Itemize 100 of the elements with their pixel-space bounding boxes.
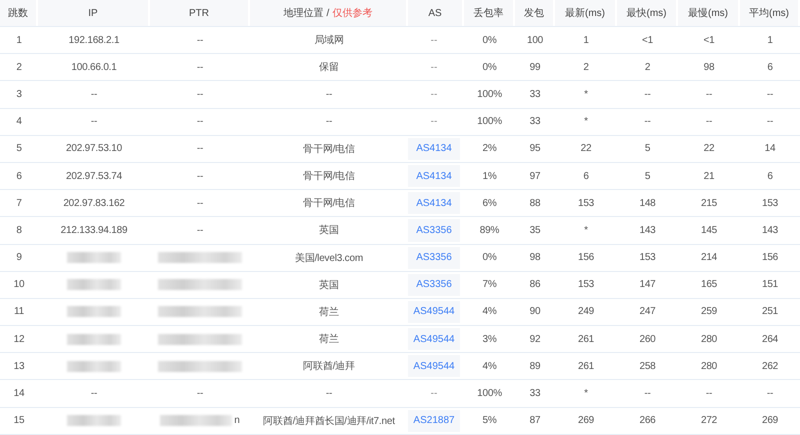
table-cell-text: 89%	[478, 224, 500, 238]
column-header: 最快(ms)	[617, 0, 676, 26]
table-cell-text: 259	[700, 305, 718, 320]
column-header: 丢包率	[464, 0, 513, 26]
table-cell-text: 153	[576, 278, 596, 292]
as-link[interactable]: AS4134	[408, 192, 460, 214]
table-cell-text: 264	[760, 332, 780, 347]
table-cell-text: 9	[15, 251, 23, 266]
table-cell-text: 95	[528, 142, 542, 156]
table-cell-text: 7%	[481, 278, 498, 292]
table-cell-text: --	[196, 196, 204, 211]
table-cell-text: 22	[702, 142, 716, 156]
as-link[interactable]: AS4134	[408, 164, 460, 188]
table-cell-text: --	[704, 387, 714, 402]
table-cell-text: 2	[15, 60, 23, 75]
table-cell-text: 6	[766, 60, 774, 75]
column-header: IP	[38, 0, 148, 26]
as-link[interactable]: AS4134	[408, 138, 460, 160]
table-cell-text: 100	[526, 34, 544, 48]
table-cell-text: 13	[12, 360, 26, 374]
table-cell-text: 214	[700, 251, 718, 266]
as-link[interactable]: AS3356	[408, 274, 460, 296]
table-cell-text: 143	[638, 224, 657, 238]
table-cell-text: 262	[760, 360, 780, 374]
table-cell-text: 6%	[481, 196, 498, 211]
table-cell-text: 33	[528, 115, 542, 130]
table-cell-text: 11	[13, 305, 25, 320]
table-cell-text: --	[430, 88, 438, 102]
table-cell-text: --	[196, 224, 204, 238]
table-cell-text: 5%	[481, 414, 498, 428]
table-cell-text: 1	[582, 34, 590, 48]
table-cell-text: --	[766, 88, 774, 102]
table-cell-text: 280	[700, 332, 718, 347]
column-header: 发包	[515, 0, 553, 26]
table-cell-text: 156	[760, 251, 780, 266]
table-cell-text: 202.97.83.162	[62, 196, 126, 211]
table-cell-text: 202.97.53.10	[65, 142, 123, 156]
as-link[interactable]: AS21887	[408, 410, 460, 432]
table-cell-text: --	[196, 142, 204, 156]
table-cell-text: 153	[638, 251, 657, 266]
table-cell-text: 14	[12, 387, 26, 402]
table-cell-text: 153	[760, 196, 780, 211]
table-cell-text: --	[90, 115, 98, 130]
table-cell-text: --	[196, 115, 204, 130]
table-cell-text: --	[766, 115, 774, 130]
table-cell-text: --	[704, 115, 714, 130]
table-cell-text: 4	[15, 115, 23, 130]
table-cell-text: --	[324, 115, 334, 130]
table-cell-text: 33	[528, 88, 542, 102]
table-cell-text: --	[430, 34, 438, 48]
text-fragment: n	[234, 415, 240, 426]
column-header: AS	[408, 0, 462, 26]
table-cell-text: 100%	[476, 115, 503, 130]
table-cell-text: --	[196, 34, 204, 48]
table-cell-text: 280	[700, 360, 718, 374]
table-cell-text: 89	[528, 360, 542, 374]
table-cell-text: 0%	[481, 60, 498, 75]
table-cell-text: *	[583, 387, 589, 402]
table-cell-text: 1	[766, 34, 774, 48]
table-cell-text: --	[324, 387, 334, 402]
table-cell-text: 258	[638, 360, 657, 374]
table-cell-text: 272	[700, 414, 718, 428]
as-link[interactable]: AS49544	[408, 355, 460, 378]
table-cell-text: 266	[638, 414, 657, 428]
table-cell-text: --	[90, 387, 98, 402]
column-header: PTR	[150, 0, 248, 26]
table-cell-text: --	[643, 88, 652, 102]
table-cell-text: 7	[15, 196, 23, 211]
table-cell-text: 100%	[476, 88, 503, 102]
table-cell-text: 90	[528, 305, 542, 320]
table-cell-text: 4%	[481, 360, 498, 374]
table-cell-text: --	[766, 387, 774, 402]
table-cell-text: 荷兰	[318, 306, 340, 320]
table-cell-text: 英国	[318, 224, 340, 238]
table-cell-text: 2	[582, 60, 590, 75]
as-link[interactable]: AS3356	[408, 219, 460, 242]
table-cell-text: 143	[760, 224, 780, 238]
table-cell-text: --	[324, 88, 334, 102]
table-cell-text: 100%	[476, 387, 503, 402]
table-cell-text: 269	[576, 414, 596, 428]
table-cell-text: 3	[15, 88, 23, 102]
table-cell-text: 97	[528, 170, 542, 184]
table-cell-text: 1	[15, 34, 23, 48]
table-cell-text: 5	[644, 170, 652, 184]
as-link[interactable]: AS3356	[408, 246, 460, 269]
column-header: 跳数	[0, 0, 36, 26]
table-cell-text: --	[430, 60, 438, 75]
table-cell-text: 202.97.53.74	[65, 170, 123, 184]
table-cell-text: 保留	[318, 61, 340, 76]
table-cell-text: 3%	[481, 332, 498, 347]
column-header: 平均(ms)	[740, 0, 798, 26]
table-cell-text: 局域网	[313, 34, 345, 48]
as-link[interactable]: AS49544	[408, 328, 460, 350]
table-cell-text: 22	[580, 142, 592, 156]
table-cell-text: --	[643, 115, 652, 130]
table-cell-text: 249	[576, 305, 596, 320]
table-cell-text: --	[196, 170, 204, 184]
column-header: 最新(ms)	[555, 0, 615, 26]
table-cell-text: 86	[528, 278, 542, 292]
as-link[interactable]: AS49544	[408, 300, 460, 324]
